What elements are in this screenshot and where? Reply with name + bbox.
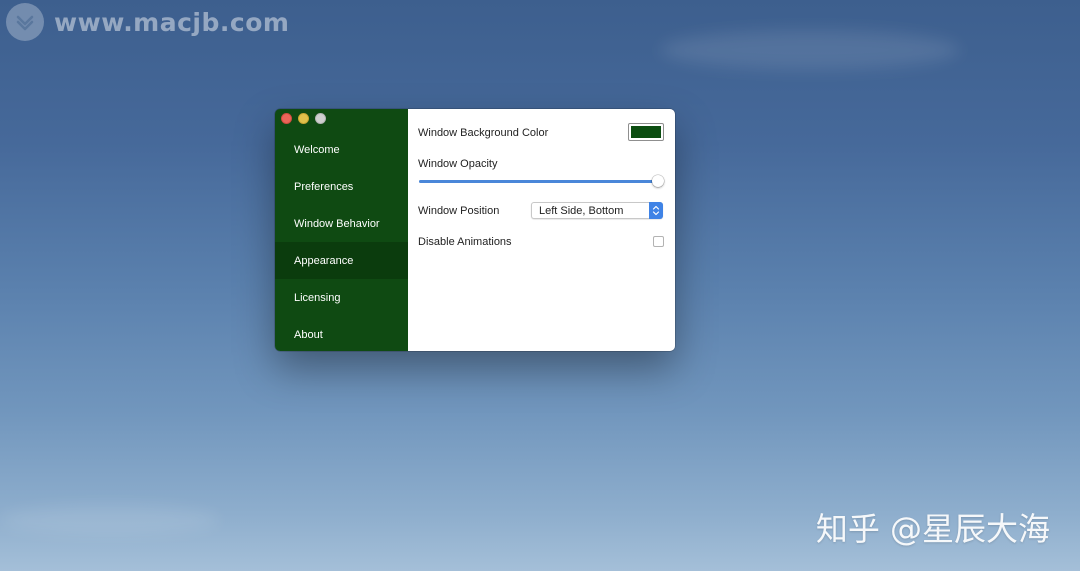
sidebar-item-label: Welcome bbox=[294, 143, 340, 156]
slider-knob[interactable] bbox=[652, 175, 665, 187]
minimize-button[interactable] bbox=[298, 113, 309, 124]
disable-animations-checkbox[interactable] bbox=[653, 236, 664, 247]
position-label: Window Position bbox=[418, 205, 500, 217]
sidebar-item-label: Licensing bbox=[294, 291, 341, 304]
background-color-label: Window Background Color bbox=[418, 127, 549, 139]
opacity-label: Window Opacity bbox=[418, 158, 498, 170]
opacity-slider[interactable] bbox=[419, 175, 665, 187]
position-select[interactable]: Left Side, Bottom bbox=[531, 202, 663, 219]
watermark-credit: 知乎 @星辰大海 bbox=[815, 510, 1050, 548]
watermark-url: www.macjb.com bbox=[54, 7, 290, 37]
zoom-button[interactable] bbox=[315, 113, 326, 124]
sidebar-item-about[interactable]: About bbox=[275, 316, 408, 351]
sidebar-item-licensing[interactable]: Licensing bbox=[275, 279, 408, 316]
sidebar-nav: Welcome Preferences Window Behavior Appe… bbox=[275, 131, 408, 351]
sidebar-item-label: About bbox=[294, 328, 323, 341]
sidebar-item-preferences[interactable]: Preferences bbox=[275, 168, 408, 205]
position-select-value: Left Side, Bottom bbox=[539, 204, 624, 217]
close-button[interactable] bbox=[281, 113, 292, 124]
cloud-streak bbox=[660, 30, 960, 70]
watermark-top: www.macjb.com bbox=[6, 2, 289, 42]
window-controls bbox=[281, 113, 326, 124]
color-swatch bbox=[631, 126, 661, 138]
sidebar-item-welcome[interactable]: Welcome bbox=[275, 131, 408, 168]
appearance-panel: Window Background Color Window Opacity W… bbox=[408, 109, 675, 351]
sidebar-item-window-behavior[interactable]: Window Behavior bbox=[275, 205, 408, 242]
sidebar-item-appearance[interactable]: Appearance bbox=[275, 242, 408, 279]
sidebar-item-label: Window Behavior bbox=[294, 217, 380, 230]
animations-label: Disable Animations bbox=[418, 236, 512, 248]
preferences-window: Welcome Preferences Window Behavior Appe… bbox=[275, 109, 675, 351]
sidebar-item-label: Appearance bbox=[294, 254, 354, 267]
macjb-logo-icon bbox=[6, 3, 44, 41]
updown-chevron-icon[interactable] bbox=[649, 202, 663, 219]
sidebar: Welcome Preferences Window Behavior Appe… bbox=[275, 109, 408, 351]
slider-fill bbox=[419, 180, 659, 183]
cloud-streak bbox=[0, 505, 220, 535]
background-color-well[interactable] bbox=[628, 123, 664, 141]
sidebar-item-label: Preferences bbox=[294, 180, 354, 193]
